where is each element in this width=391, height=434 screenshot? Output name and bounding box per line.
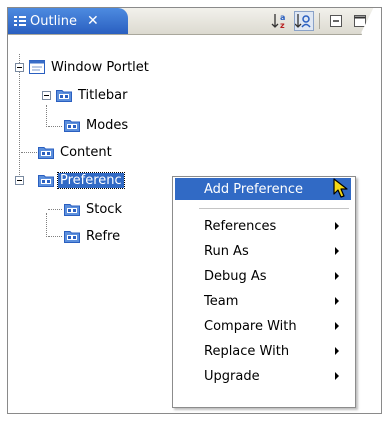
toolbar-separator (319, 13, 320, 29)
hide-fields-icon[interactable] (294, 11, 314, 31)
folder-icon (64, 120, 80, 132)
tree-node-label: Window Portlet (51, 59, 149, 75)
tree-node-stock[interactable]: Stock (64, 200, 124, 218)
tree-connector (46, 213, 47, 237)
tree-node-refresh[interactable]: Refre (64, 227, 122, 245)
window-icon (29, 60, 45, 74)
tree-connector (46, 105, 47, 127)
tree-connector (19, 54, 20, 179)
context-menu: Add Preference References Run As Debug A… (172, 176, 356, 408)
menu-item-label: Replace With (204, 343, 290, 359)
menu-item-label: Add Preference (204, 181, 303, 197)
submenu-arrow-icon (335, 322, 339, 330)
menu-item-add-preference[interactable]: Add Preference (175, 178, 351, 200)
menu-separator (199, 208, 349, 209)
menu-item-debug-as[interactable]: Debug As (175, 265, 351, 287)
submenu-arrow-icon (335, 347, 339, 355)
tree-node-titlebar[interactable]: Titlebar (56, 86, 129, 104)
submenu-arrow-icon (335, 247, 339, 255)
menu-item-label: Upgrade (204, 368, 260, 384)
submenu-arrow-icon (335, 272, 339, 280)
sort-alphabetically-icon[interactable]: a z (270, 11, 290, 31)
menu-item-team[interactable]: Team (175, 290, 351, 312)
close-icon[interactable]: ✕ (87, 13, 99, 29)
folder-icon (64, 231, 80, 243)
menu-item-label: Team (204, 293, 239, 309)
tab-title: Outline (30, 13, 78, 29)
menu-item-label: Run As (204, 243, 249, 259)
mouse-pointer-icon (333, 178, 348, 198)
submenu-arrow-icon (335, 297, 339, 305)
menu-item-label: Debug As (204, 268, 267, 284)
tree-connector (48, 209, 62, 210)
tree-node-window-portlet[interactable]: Window Portlet (29, 58, 151, 76)
menu-item-compare-with[interactable]: Compare With (175, 315, 351, 337)
minimize-icon[interactable] (326, 11, 346, 31)
tree-node-preferences[interactable]: Preferenc (38, 171, 125, 189)
folder-icon (64, 204, 80, 216)
tree-connector (48, 126, 62, 127)
submenu-arrow-icon (335, 222, 339, 230)
menu-item-upgrade[interactable]: Upgrade (175, 365, 351, 387)
tree-node-label: Titlebar (78, 87, 128, 103)
submenu-arrow-icon (335, 372, 339, 380)
menu-item-run-as[interactable]: Run As (175, 240, 351, 262)
menu-item-label: References (204, 218, 277, 234)
tree-node-label: Modes (86, 117, 129, 133)
tree-node-label: Stock (86, 201, 122, 217)
folder-icon (56, 90, 72, 102)
menu-item-replace-with[interactable]: Replace With (175, 340, 351, 362)
tree-node-label: Content (60, 144, 112, 160)
view-toolbar: Outline ✕ a z (8, 8, 381, 35)
folder-icon (38, 147, 54, 159)
collapse-icon[interactable] (42, 91, 51, 100)
svg-text:z: z (280, 21, 285, 30)
tree-node-content[interactable]: Content (38, 143, 114, 161)
tree-connector (21, 152, 37, 153)
tab-outline[interactable]: Outline ✕ (8, 8, 128, 34)
folder-icon (38, 175, 54, 187)
collapse-icon[interactable] (15, 63, 24, 72)
tree-connector (48, 236, 62, 237)
collapse-icon[interactable] (15, 176, 24, 185)
tree-node-label: Preferenc (57, 171, 125, 189)
menu-item-references[interactable]: References (175, 215, 351, 237)
tree-node-label: Refre (86, 228, 121, 244)
menu-item-label: Compare With (204, 318, 297, 334)
outline-view-icon (14, 15, 26, 27)
tree-node-modes[interactable]: Modes (64, 116, 130, 134)
